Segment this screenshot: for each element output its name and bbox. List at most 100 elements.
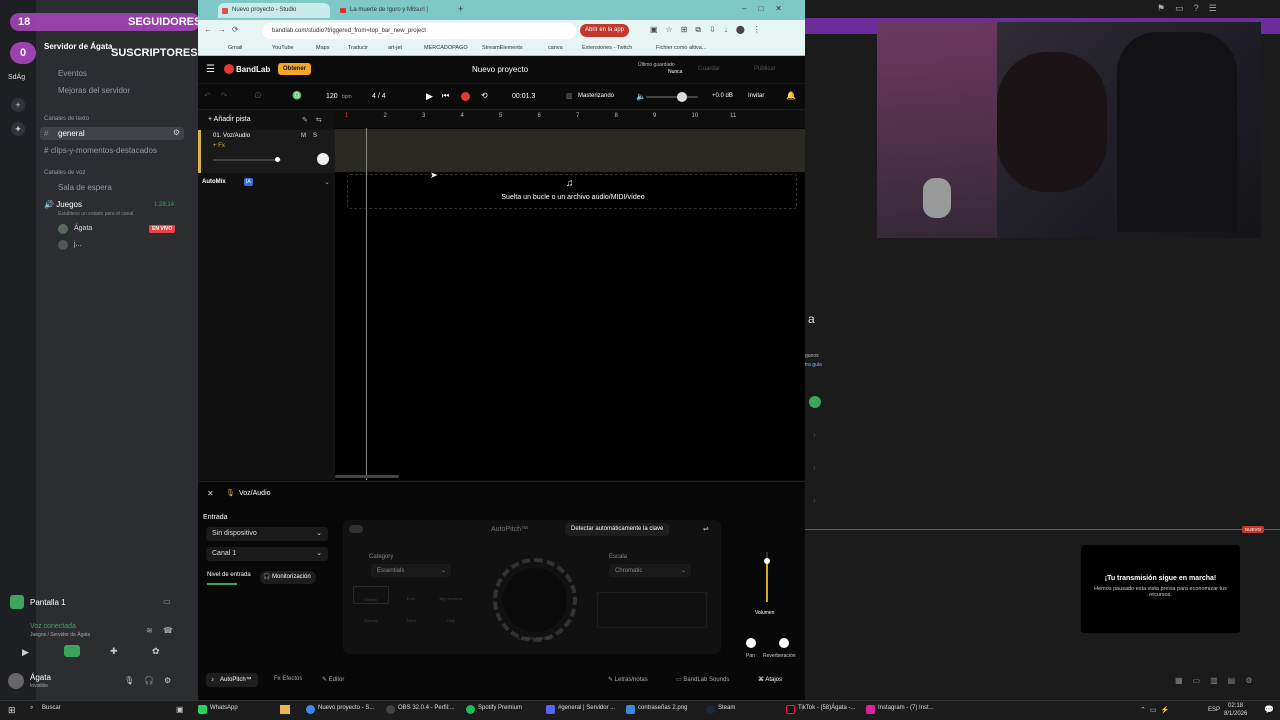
- channel-clips[interactable]: # clips-y-momentos-destacados: [44, 146, 157, 155]
- obs-toolbar-icons[interactable]: ⚑▭?☰: [1157, 3, 1227, 14]
- games-status[interactable]: Establece un estado para el canal: [58, 211, 133, 217]
- undo-redo[interactable]: ↶↷: [204, 91, 237, 100]
- bookmark-streamelements[interactable]: StreamElements: [482, 45, 523, 51]
- preset-classic[interactable]: Classic: [353, 586, 389, 604]
- key-grid[interactable]: [597, 592, 707, 628]
- scale-select[interactable]: Chromatic ⌄: [609, 564, 691, 577]
- side-text2[interactable]: tra guía: [805, 362, 822, 368]
- mute-button[interactable]: M: [301, 133, 306, 139]
- headphones-icon[interactable]: 🎧: [144, 676, 154, 685]
- playhead[interactable]: [366, 128, 367, 480]
- server-name[interactable]: Servidor de Ágata: [44, 42, 112, 51]
- window-controls[interactable]: –□✕: [742, 4, 794, 13]
- master-volume-thumb[interactable]: [677, 92, 687, 102]
- autopitch-toggle[interactable]: [349, 525, 363, 533]
- invite-button[interactable]: Invitar: [748, 93, 764, 99]
- chevron-right-icon[interactable]: ›: [813, 463, 816, 472]
- preset-grid[interactable]: Classic Duet Big Harmony Robotic Tilted …: [353, 586, 471, 630]
- audio-region[interactable]: [335, 129, 805, 172]
- ruler[interactable]: 1 2 3 4 5 6 7 8 9 10 11: [335, 110, 805, 128]
- taskbar-instagram[interactable]: Instagram - (7) Inst...: [866, 705, 934, 714]
- clock-date[interactable]: 8/1/2026: [1224, 711, 1247, 717]
- bookmark-translate[interactable]: Traducir: [348, 45, 368, 51]
- track-volume-slider[interactable]: [213, 159, 281, 161]
- time-signature[interactable]: 4 / 4: [372, 93, 386, 100]
- master-volume-slider[interactable]: [646, 96, 698, 98]
- ruler-bar-number[interactable]: 5: [499, 113, 502, 119]
- waiting-room[interactable]: Sala de espera: [58, 183, 112, 192]
- channel-select[interactable]: Canal 1 ⌄: [206, 547, 328, 561]
- bandlab-logo[interactable]: BandLab: [236, 65, 270, 74]
- track-row[interactable]: 01. Voz/Audio + Fx M S: [198, 130, 335, 173]
- ruler-bar-number[interactable]: 6: [538, 113, 541, 119]
- voice-category[interactable]: Canales de voz: [44, 170, 85, 176]
- chevron-down-icon[interactable]: ⌄: [324, 178, 330, 186]
- ruler-bar-number[interactable]: 3: [422, 113, 425, 119]
- toolbar-icons[interactable]: ▣☆⊞⧉⇩↓⬤⋮: [650, 25, 769, 35]
- bookmark-artjet[interactable]: art-jet: [388, 45, 402, 51]
- sounds-button[interactable]: ▭ BandLab Sounds: [676, 676, 729, 683]
- camera-icon[interactable]: ▶: [22, 647, 29, 658]
- metronome-icon[interactable]: ♎: [292, 91, 302, 100]
- ruler-bar-number[interactable]: 8: [615, 113, 618, 119]
- url-input[interactable]: bandlab.com/studio?triggered_from=top_ba…: [262, 23, 576, 39]
- track-volume-thumb[interactable]: [275, 157, 280, 162]
- bell-icon[interactable]: 🔔: [786, 91, 796, 100]
- gear-icon[interactable]: ⚙: [173, 128, 180, 137]
- close-icon[interactable]: ✕: [207, 489, 214, 498]
- tab-autopitch[interactable]: ♪ AutoPitch™: [206, 673, 258, 687]
- get-button[interactable]: Obtener: [278, 63, 312, 75]
- pan-knob[interactable]: [746, 638, 756, 648]
- automix-label[interactable]: AutoMix: [202, 179, 226, 185]
- chevron-right-icon[interactable]: ›: [813, 496, 816, 505]
- preset-chip[interactable]: Chip: [433, 608, 469, 626]
- nav-buttons[interactable]: ←→⟳: [204, 25, 245, 34]
- chevron-right-icon[interactable]: ›: [813, 430, 816, 439]
- events-item[interactable]: Eventos: [58, 69, 87, 78]
- add-server-icon[interactable]: +: [11, 98, 25, 112]
- explore-icon[interactable]: ✦: [11, 122, 25, 136]
- track-fx[interactable]: + Fx: [213, 143, 225, 149]
- detect-key-button[interactable]: Detectar automáticamente la clave: [565, 523, 670, 536]
- publish-button[interactable]: Publicar: [754, 66, 776, 72]
- cut-icon[interactable]: ⊙: [254, 90, 262, 101]
- bookmark-mercadopago[interactable]: MERCADOPAGO: [424, 45, 468, 51]
- preset-tilted[interactable]: Tilted: [393, 608, 429, 626]
- ruler-bar-number[interactable]: 2: [384, 113, 387, 119]
- tab-bandlab[interactable]: Nuevo proyecto - Studio: [218, 3, 330, 18]
- text-category[interactable]: Canales de texto: [44, 116, 89, 122]
- screen-share-button[interactable]: [64, 645, 80, 657]
- ruler-bar-number[interactable]: 11: [730, 113, 736, 119]
- volume-thumb[interactable]: [764, 558, 770, 564]
- reverb-knob[interactable]: [779, 638, 789, 648]
- ruler-bar-number[interactable]: 10: [692, 113, 699, 119]
- stop-share-icon[interactable]: ▭: [163, 597, 171, 606]
- ruler-bar-number[interactable]: 4: [461, 113, 464, 119]
- taskbar-obs[interactable]: OBS 32.0.4 - Perfil:...: [386, 705, 455, 714]
- signal-icon[interactable]: ≋: [146, 626, 153, 635]
- shortcuts-button[interactable]: ⌘ Atajos: [758, 676, 782, 683]
- avatar[interactable]: [8, 673, 24, 689]
- settings-icon[interactable]: ⚙: [164, 676, 171, 685]
- soundboard-icon[interactable]: ✿: [152, 646, 160, 657]
- track-tools[interactable]: ✎⇆: [302, 116, 330, 124]
- taskbar-photos[interactable]: contraseñas 2.png: [626, 705, 687, 714]
- bookmark-maps[interactable]: Maps: [316, 45, 329, 51]
- mic-icon[interactable]: 🎙: [124, 676, 134, 685]
- server-short-label[interactable]: SdÁg: [8, 74, 25, 81]
- taskbar-discord[interactable]: #general | Servidor ...: [546, 705, 615, 714]
- save-button[interactable]: Guardar: [698, 66, 720, 72]
- mastering-button[interactable]: Masterizando: [578, 93, 614, 99]
- windows-icon[interactable]: ⊞: [8, 705, 16, 716]
- bookmark-youtube[interactable]: YouTube: [272, 45, 294, 51]
- ruler-bar-number[interactable]: 9: [653, 113, 656, 119]
- taskbar-whatsapp[interactable]: WhatsApp: [198, 705, 238, 714]
- bookmark-twitch[interactable]: Extensiones - Twitch: [582, 45, 632, 51]
- improvements-item[interactable]: Mejoras del servidor: [58, 86, 130, 95]
- channel-general[interactable]: # general ⚙: [40, 127, 184, 140]
- voice-channel-games[interactable]: 🔊 Juegos: [44, 200, 82, 209]
- folder-icon[interactable]: [280, 705, 290, 714]
- notifications-icon[interactable]: 💬: [1264, 705, 1274, 714]
- new-tab-icon[interactable]: +: [458, 4, 463, 14]
- preset-robotic[interactable]: Robotic: [353, 608, 389, 626]
